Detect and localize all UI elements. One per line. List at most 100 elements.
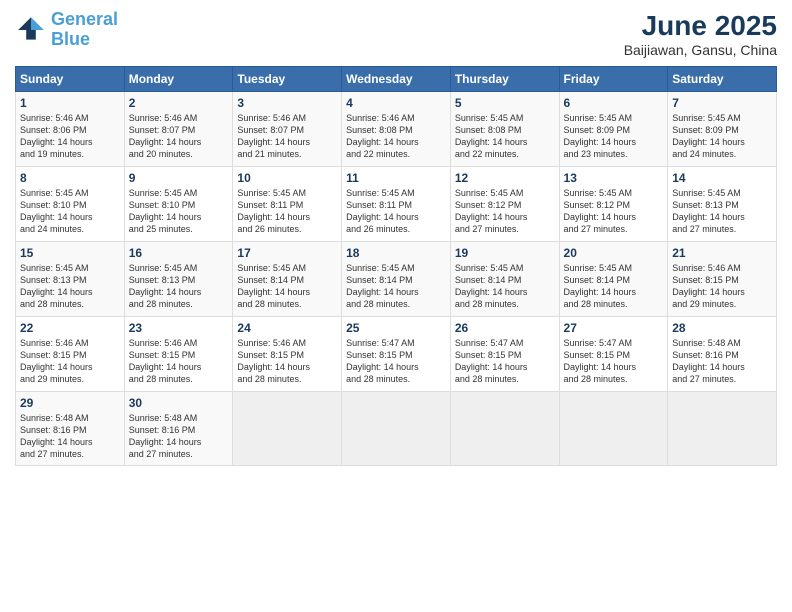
day-number: 30	[129, 396, 229, 410]
day-info: Sunrise: 5:46 AM Sunset: 8:15 PM Dayligh…	[129, 337, 229, 386]
day-info: Sunrise: 5:45 AM Sunset: 8:10 PM Dayligh…	[20, 187, 120, 236]
day-info: Sunrise: 5:48 AM Sunset: 8:16 PM Dayligh…	[672, 337, 772, 386]
week-row-3: 15 Sunrise: 5:45 AM Sunset: 8:13 PM Dayli…	[16, 242, 777, 317]
day-info: Sunrise: 5:47 AM Sunset: 8:15 PM Dayligh…	[564, 337, 664, 386]
title-block: June 2025 Baijiawan, Gansu, China	[624, 10, 777, 58]
day-number: 5	[455, 96, 555, 110]
col-header-saturday: Saturday	[668, 67, 777, 92]
week-row-4: 22 Sunrise: 5:46 AM Sunset: 8:15 PM Dayli…	[16, 317, 777, 392]
cell-day-25: 25 Sunrise: 5:47 AM Sunset: 8:15 PM Dayli…	[342, 317, 451, 392]
day-info: Sunrise: 5:45 AM Sunset: 8:10 PM Dayligh…	[129, 187, 229, 236]
week-row-1: 1 Sunrise: 5:46 AM Sunset: 8:06 PM Daylig…	[16, 92, 777, 167]
day-number: 17	[237, 246, 337, 260]
col-header-wednesday: Wednesday	[342, 67, 451, 92]
day-number: 28	[672, 321, 772, 335]
day-number: 24	[237, 321, 337, 335]
logo-text: General Blue	[51, 10, 118, 50]
day-number: 1	[20, 96, 120, 110]
cell-day-24: 24 Sunrise: 5:46 AM Sunset: 8:15 PM Dayli…	[233, 317, 342, 392]
day-number: 4	[346, 96, 446, 110]
col-header-thursday: Thursday	[450, 67, 559, 92]
cell-day-21: 21 Sunrise: 5:46 AM Sunset: 8:15 PM Dayli…	[668, 242, 777, 317]
day-info: Sunrise: 5:46 AM Sunset: 8:08 PM Dayligh…	[346, 112, 446, 161]
cell-day-15: 15 Sunrise: 5:45 AM Sunset: 8:13 PM Dayli…	[16, 242, 125, 317]
week-row-2: 8 Sunrise: 5:45 AM Sunset: 8:10 PM Daylig…	[16, 167, 777, 242]
logo: General Blue	[15, 10, 118, 50]
main-title: June 2025	[624, 10, 777, 42]
week-row-5: 29Sunrise: 5:48 AM Sunset: 8:16 PM Dayli…	[16, 392, 777, 466]
col-header-monday: Monday	[124, 67, 233, 92]
cell-day-empty-6	[668, 392, 777, 466]
day-number: 22	[20, 321, 120, 335]
header: General Blue June 2025 Baijiawan, Gansu,…	[15, 10, 777, 58]
cell-day-empty-3	[342, 392, 451, 466]
cell-day-4: 4 Sunrise: 5:46 AM Sunset: 8:08 PM Daylig…	[342, 92, 451, 167]
cell-day-empty-2	[233, 392, 342, 466]
cell-day-6: 6Sunrise: 5:45 AM Sunset: 8:09 PM Daylig…	[559, 92, 668, 167]
day-info: Sunrise: 5:45 AM Sunset: 8:14 PM Dayligh…	[346, 262, 446, 311]
day-info: Sunrise: 5:45 AM Sunset: 8:11 PM Dayligh…	[346, 187, 446, 236]
cell-day-2: 2Sunrise: 5:46 AM Sunset: 8:07 PM Daylig…	[124, 92, 233, 167]
cell-day-10: 10 Sunrise: 5:45 AM Sunset: 8:11 PM Dayli…	[233, 167, 342, 242]
day-info: Sunrise: 5:46 AM Sunset: 8:07 PM Dayligh…	[129, 112, 229, 161]
cell-day-14: 14 Sunrise: 5:45 AM Sunset: 8:13 PM Dayli…	[668, 167, 777, 242]
day-number: 8	[20, 171, 120, 185]
day-info: Sunrise: 5:45 AM Sunset: 8:09 PM Dayligh…	[564, 112, 664, 161]
logo-line2: Blue	[51, 29, 90, 49]
day-number: 23	[129, 321, 229, 335]
day-info: Sunrise: 5:47 AM Sunset: 8:15 PM Dayligh…	[455, 337, 555, 386]
day-number: 18	[346, 246, 446, 260]
cell-day-empty-5	[559, 392, 668, 466]
cell-day-18: 18 Sunrise: 5:45 AM Sunset: 8:14 PM Dayli…	[342, 242, 451, 317]
day-info: Sunrise: 5:45 AM Sunset: 8:12 PM Dayligh…	[455, 187, 555, 236]
day-info: Sunrise: 5:45 AM Sunset: 8:13 PM Dayligh…	[672, 187, 772, 236]
day-info: Sunrise: 5:46 AM Sunset: 8:15 PM Dayligh…	[20, 337, 120, 386]
cell-day-22: 22 Sunrise: 5:46 AM Sunset: 8:15 PM Dayli…	[16, 317, 125, 392]
day-info: Sunrise: 5:45 AM Sunset: 8:13 PM Dayligh…	[129, 262, 229, 311]
cell-day-empty-4	[450, 392, 559, 466]
day-number: 7	[672, 96, 772, 110]
header-row: SundayMondayTuesdayWednesdayThursdayFrid…	[16, 67, 777, 92]
day-number: 9	[129, 171, 229, 185]
page: General Blue June 2025 Baijiawan, Gansu,…	[0, 0, 792, 612]
cell-day-9: 9 Sunrise: 5:45 AM Sunset: 8:10 PM Daylig…	[124, 167, 233, 242]
cell-day-30: 30 Sunrise: 5:48 AM Sunset: 8:16 PM Dayli…	[124, 392, 233, 466]
day-info: Sunrise: 5:47 AM Sunset: 8:15 PM Dayligh…	[346, 337, 446, 386]
day-info: Sunrise: 5:46 AM Sunset: 8:06 PM Dayligh…	[20, 112, 120, 161]
cell-day-17: 17Sunrise: 5:45 AM Sunset: 8:14 PM Dayli…	[233, 242, 342, 317]
col-header-tuesday: Tuesday	[233, 67, 342, 92]
day-info: Sunrise: 5:46 AM Sunset: 8:15 PM Dayligh…	[237, 337, 337, 386]
cell-day-19: 19Sunrise: 5:45 AM Sunset: 8:14 PM Dayli…	[450, 242, 559, 317]
day-number: 26	[455, 321, 555, 335]
cell-day-20: 20Sunrise: 5:45 AM Sunset: 8:14 PM Dayli…	[559, 242, 668, 317]
day-number: 14	[672, 171, 772, 185]
cell-day-28: 28 Sunrise: 5:48 AM Sunset: 8:16 PM Dayli…	[668, 317, 777, 392]
day-info: Sunrise: 5:48 AM Sunset: 8:16 PM Dayligh…	[129, 412, 229, 461]
day-number: 27	[564, 321, 664, 335]
day-info: Sunrise: 5:45 AM Sunset: 8:08 PM Dayligh…	[455, 112, 555, 161]
subtitle: Baijiawan, Gansu, China	[624, 42, 777, 58]
day-number: 12	[455, 171, 555, 185]
cell-day-13: 13Sunrise: 5:45 AM Sunset: 8:12 PM Dayli…	[559, 167, 668, 242]
cell-day-11: 11 Sunrise: 5:45 AM Sunset: 8:11 PM Dayli…	[342, 167, 451, 242]
day-number: 11	[346, 171, 446, 185]
cell-day-12: 12 Sunrise: 5:45 AM Sunset: 8:12 PM Dayli…	[450, 167, 559, 242]
day-info: Sunrise: 5:46 AM Sunset: 8:07 PM Dayligh…	[237, 112, 337, 161]
day-number: 3	[237, 96, 337, 110]
cell-day-5: 5 Sunrise: 5:45 AM Sunset: 8:08 PM Daylig…	[450, 92, 559, 167]
day-number: 21	[672, 246, 772, 260]
day-info: Sunrise: 5:45 AM Sunset: 8:14 PM Dayligh…	[455, 262, 555, 311]
day-number: 25	[346, 321, 446, 335]
day-info: Sunrise: 5:48 AM Sunset: 8:16 PM Dayligh…	[20, 412, 120, 461]
day-number: 10	[237, 171, 337, 185]
day-info: Sunrise: 5:45 AM Sunset: 8:11 PM Dayligh…	[237, 187, 337, 236]
logo-line1: General	[51, 9, 118, 29]
logo-icon	[15, 14, 47, 46]
day-info: Sunrise: 5:45 AM Sunset: 8:13 PM Dayligh…	[20, 262, 120, 311]
col-header-friday: Friday	[559, 67, 668, 92]
day-number: 15	[20, 246, 120, 260]
day-number: 13	[564, 171, 664, 185]
cell-day-1: 1 Sunrise: 5:46 AM Sunset: 8:06 PM Daylig…	[16, 92, 125, 167]
day-info: Sunrise: 5:46 AM Sunset: 8:15 PM Dayligh…	[672, 262, 772, 311]
cell-day-16: 16Sunrise: 5:45 AM Sunset: 8:13 PM Dayli…	[124, 242, 233, 317]
